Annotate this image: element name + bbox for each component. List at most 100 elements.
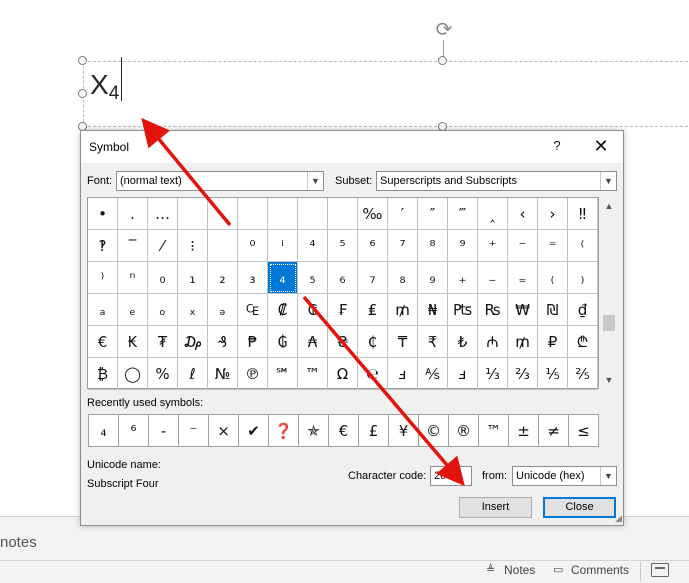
- dialog-titlebar[interactable]: Symbol ? ✕: [81, 131, 623, 163]
- symbol-cell[interactable]: ₱: [238, 326, 268, 358]
- symbol-cell[interactable]: ₆: [328, 262, 358, 294]
- symbol-cell[interactable]: ₉: [418, 262, 448, 294]
- insert-button[interactable]: Insert: [459, 497, 532, 518]
- symbol-cell[interactable]: ₥: [508, 326, 538, 358]
- symbol-cell[interactable]: ‸: [478, 198, 508, 230]
- symbol-cell[interactable]: ₎: [568, 262, 598, 294]
- symbol-cell[interactable]: №: [208, 358, 238, 390]
- recent-symbol-cell[interactable]: £: [359, 415, 389, 447]
- symbol-cell[interactable]: ₧: [448, 294, 478, 326]
- symbol-cell[interactable]: ℗: [238, 358, 268, 390]
- scrollbar-thumb[interactable]: [603, 315, 615, 331]
- symbol-cell[interactable]: ₇: [358, 262, 388, 294]
- symbol-cell[interactable]: [238, 198, 268, 230]
- symbol-cell[interactable]: ₮: [148, 326, 178, 358]
- recent-symbol-cell[interactable]: ₄: [89, 415, 119, 447]
- symbol-cell[interactable]: .: [118, 198, 148, 230]
- symbol-cell[interactable]: ₓ: [178, 294, 208, 326]
- symbol-cell[interactable]: ₲: [268, 326, 298, 358]
- recent-symbol-cell[interactable]: ⁻: [179, 415, 209, 447]
- symbol-cell[interactable]: ₹: [418, 326, 448, 358]
- symbol-cell[interactable]: ℓ: [178, 358, 208, 390]
- symbol-cell[interactable]: ⁄: [148, 230, 178, 262]
- symbol-cell[interactable]: ‰: [358, 198, 388, 230]
- symbol-cell[interactable]: …: [148, 198, 178, 230]
- symbol-cell[interactable]: ⁹: [448, 230, 478, 262]
- symbol-cell[interactable]: ₤: [358, 294, 388, 326]
- symbol-cell[interactable]: ⁻: [508, 230, 538, 262]
- symbol-cell[interactable]: [208, 230, 238, 262]
- symbol-cell[interactable]: ⁶: [358, 230, 388, 262]
- recent-symbol-cell[interactable]: ¥: [389, 415, 419, 447]
- symbol-cell[interactable]: ₡: [268, 294, 298, 326]
- font-dropdown[interactable]: (normal text) ▼: [116, 171, 324, 191]
- symbol-cell[interactable]: ‽: [88, 230, 118, 262]
- symbol-cell[interactable]: ₁: [178, 262, 208, 294]
- symbol-cell[interactable]: ₩: [508, 294, 538, 326]
- recent-symbol-cell[interactable]: ≠: [539, 415, 569, 447]
- symbol-cell[interactable]: ⁽: [568, 230, 598, 262]
- symbol-cell[interactable]: ⅎ: [448, 358, 478, 390]
- symbol-cell[interactable]: ⅔: [508, 358, 538, 390]
- symbol-cell[interactable]: ◯: [118, 358, 148, 390]
- symbol-cell[interactable]: ⅍: [418, 358, 448, 390]
- resize-handle-middle-left[interactable]: [78, 89, 87, 98]
- symbol-cell[interactable]: ⅖: [568, 358, 598, 390]
- symbol-cell[interactable]: ₐ: [88, 294, 118, 326]
- recent-symbol-cell[interactable]: ✔: [239, 415, 269, 447]
- symbol-cell[interactable]: ⁺: [478, 230, 508, 262]
- symbol-cell[interactable]: ₦: [418, 294, 448, 326]
- character-code-input[interactable]: 2084: [430, 466, 472, 486]
- symbol-cell[interactable]: ₺: [448, 326, 478, 358]
- symbol-cell[interactable]: ₸: [388, 326, 418, 358]
- symbol-cell[interactable]: ₅: [298, 262, 328, 294]
- symbol-cell[interactable]: ₿: [88, 358, 118, 390]
- symbol-cell[interactable]: ₼: [478, 326, 508, 358]
- symbol-cell[interactable]: ℮: [358, 358, 388, 390]
- symbol-cell[interactable]: ⁿ: [118, 262, 148, 294]
- symbol-cell[interactable]: [298, 198, 328, 230]
- from-dropdown[interactable]: Unicode (hex) ▼: [512, 466, 617, 486]
- symbol-cell[interactable]: €: [88, 326, 118, 358]
- symbol-cell[interactable]: ⁝: [178, 230, 208, 262]
- text-box-frame[interactable]: [83, 61, 689, 127]
- symbol-cell[interactable]: ⅓: [478, 358, 508, 390]
- help-button[interactable]: ?: [549, 138, 565, 156]
- comments-button[interactable]: ▭ Comments: [553, 563, 629, 577]
- symbol-cell[interactable]: ₽: [538, 326, 568, 358]
- symbol-cell[interactable]: ‹: [508, 198, 538, 230]
- recent-symbol-cell[interactable]: ™: [479, 415, 509, 447]
- symbol-cell[interactable]: ₃: [238, 262, 268, 294]
- symbol-cell[interactable]: ⁷: [388, 230, 418, 262]
- symbol-cell[interactable]: ₌: [508, 262, 538, 294]
- notes-button[interactable]: ≜ Notes: [486, 563, 535, 577]
- symbol-cell[interactable]: ₣: [328, 294, 358, 326]
- recent-symbol-cell[interactable]: ®: [449, 415, 479, 447]
- symbol-cell[interactable]: Ω: [328, 358, 358, 390]
- scroll-up-icon[interactable]: ▲: [601, 199, 617, 213]
- symbol-cell[interactable]: ₈: [388, 262, 418, 294]
- chevron-down-icon[interactable]: ▼: [307, 172, 323, 190]
- symbol-cell[interactable]: ⁾: [88, 262, 118, 294]
- symbol-cell[interactable]: ₳: [298, 326, 328, 358]
- symbol-cell[interactable]: %: [148, 358, 178, 390]
- symbol-cell[interactable]: ₑ: [118, 294, 148, 326]
- subset-dropdown[interactable]: Superscripts and Subscripts ▼: [376, 171, 617, 191]
- symbol-cell[interactable]: ₢: [298, 294, 328, 326]
- symbol-cell[interactable]: ₋: [478, 262, 508, 294]
- recent-symbol-cell[interactable]: ©: [419, 415, 449, 447]
- symbol-cell[interactable]: ‼: [568, 198, 598, 230]
- symbol-cell[interactable]: ⁰: [238, 230, 268, 262]
- symbol-cell[interactable]: [178, 198, 208, 230]
- symbol-cell[interactable]: ⅕: [538, 358, 568, 390]
- symbol-cell[interactable]: ₔ: [208, 294, 238, 326]
- close-icon[interactable]: ✕: [591, 136, 611, 156]
- slide-text[interactable]: X4: [90, 69, 119, 105]
- symbol-cell[interactable]: •: [88, 198, 118, 230]
- symbol-cell[interactable]: ′: [388, 198, 418, 230]
- symbol-cell[interactable]: ₥: [388, 294, 418, 326]
- symbol-cell[interactable]: [208, 198, 238, 230]
- symbol-cell[interactable]: ⁴: [298, 230, 328, 262]
- symbol-cell[interactable]: ₫: [568, 294, 598, 326]
- symbol-cell[interactable]: ₾: [568, 326, 598, 358]
